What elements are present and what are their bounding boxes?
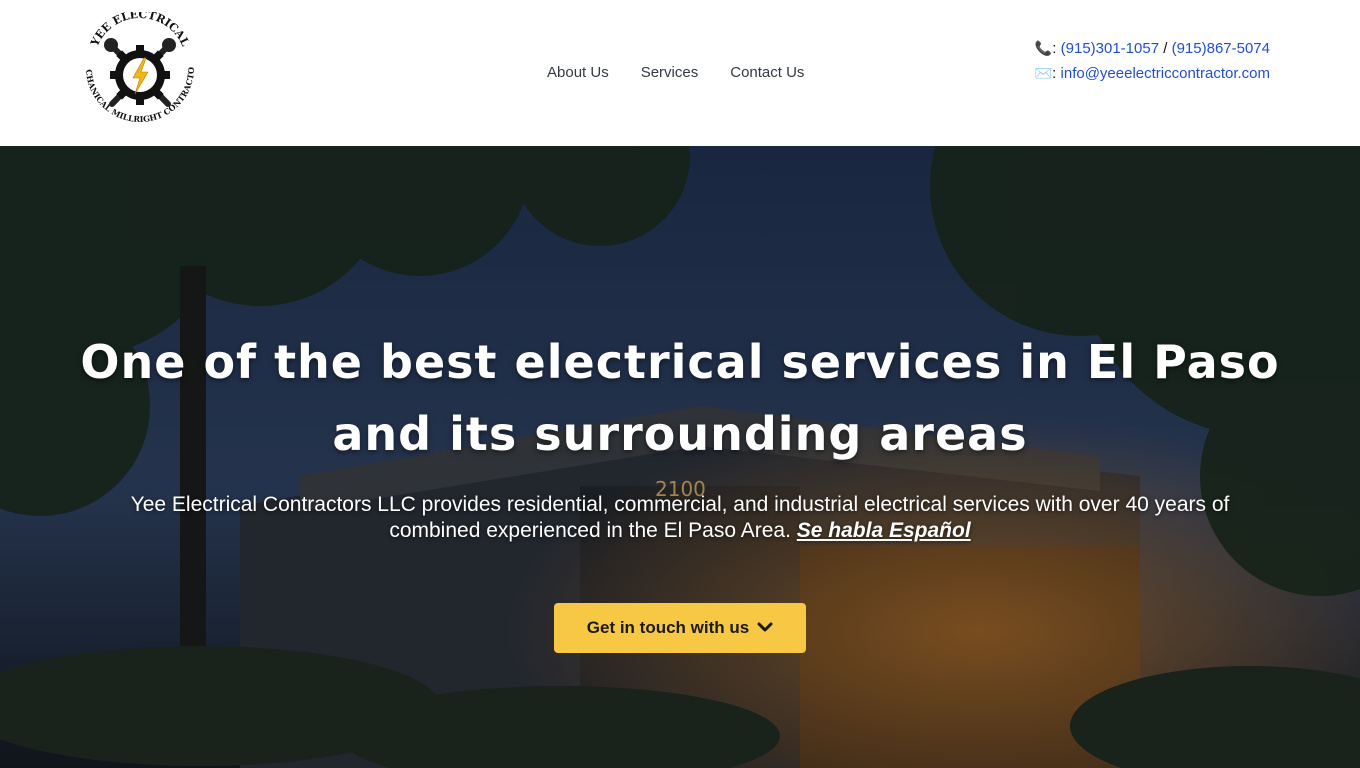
envelope-icon: ✉️ [1034, 65, 1053, 81]
get-in-touch-button[interactable]: Get in touch with us [554, 603, 806, 653]
email-link[interactable]: info@yeeelectriccontractor.com [1061, 65, 1270, 82]
main-nav: About Us Services Contact Us [531, 62, 820, 83]
contact-info: 📞: (915)301-1057 / (915)867-5074 ✉️: inf… [1035, 36, 1270, 86]
hero-section: 2100 One of the best electrical services… [0, 146, 1360, 768]
phone-separator: / [1163, 40, 1168, 57]
phone-link-1[interactable]: (915)301-1057 [1061, 40, 1159, 57]
cta-label: Get in touch with us [586, 618, 750, 637]
hero-title: One of the best electrical services in E… [0, 326, 1360, 470]
spanish-spoken-link[interactable]: Se habla Español [797, 519, 971, 542]
chevron-down-icon [757, 620, 773, 636]
hero-subtitle: Yee Electrical Contractors LLC provides … [130, 492, 1230, 544]
nav-about-us[interactable]: About Us [531, 62, 625, 83]
hero-title-line-1: One of the best electrical services in E… [80, 335, 1280, 389]
site-header: YEE ELECTRICAL MECHANICAL MILLRIGHT CONT… [0, 0, 1360, 146]
hero-subtitle-text: Yee Electrical Contractors LLC provides … [130, 493, 1230, 542]
nav-services[interactable]: Services [625, 62, 715, 83]
phone-link-2[interactable]: (915)867-5074 [1172, 40, 1270, 57]
logo-top-text: YEE ELECTRICAL [88, 12, 192, 49]
nav-contact-us[interactable]: Contact Us [714, 62, 820, 83]
phone-icon: 📞 [1034, 40, 1053, 56]
hero-title-line-2: and its surrounding areas [332, 407, 1028, 461]
logo-emblem: YEE ELECTRICAL MECHANICAL MILLRIGHT CONT… [74, 4, 197, 124]
phone-row: 📞: (915)301-1057 / (915)867-5074 [1035, 36, 1270, 61]
email-row: ✉️: info@yeeelectriccontractor.com [1035, 61, 1270, 86]
company-logo[interactable]: YEE ELECTRICAL MECHANICAL MILLRIGHT CONT… [74, 4, 202, 132]
